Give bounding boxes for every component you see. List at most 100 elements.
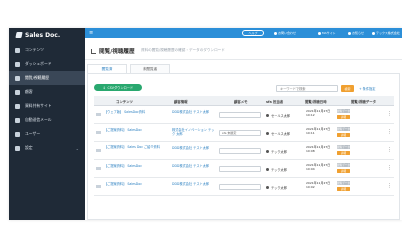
sidebar-item-label: 閲覧/視聴履歴 bbox=[25, 75, 50, 80]
content-link[interactable]: 【ウェブ版】 SalesDoc資料 bbox=[104, 110, 166, 114]
viewed-time: 10:11 bbox=[306, 131, 315, 135]
memo-input[interactable] bbox=[219, 112, 261, 118]
view-data-badge[interactable]: 閲覧データ bbox=[337, 163, 350, 167]
customer-link[interactable]: DDD株式会社 テスト太郎 bbox=[172, 110, 216, 114]
app-window: Sales Doc. コンテンツ ダッシュボード 閲覧/視聴履歴 顧客 資料共有… bbox=[9, 28, 402, 220]
table-row[interactable]: 【ウェブ版】 SalesDoc資料 DDD株式会社 テスト太郎 セールス太郎 2… bbox=[94, 106, 394, 124]
sidebar-item-settings[interactable]: 設定 ⌄ bbox=[9, 141, 85, 155]
content-link[interactable]: 【ご提案資料】 SalesDoc bbox=[104, 182, 166, 186]
gear-icon bbox=[15, 145, 20, 151]
content-link[interactable]: 【ご提案資料】 SalesDoc bbox=[104, 128, 166, 132]
more-options-icon[interactable]: ⋮ bbox=[387, 129, 392, 135]
view-data-badge[interactable]: 閲覧データ bbox=[337, 181, 350, 185]
owner-name: テック太郎 bbox=[271, 168, 287, 172]
customer-link[interactable]: DDD株式会社 テスト太郎 bbox=[172, 146, 216, 150]
sidebar-item-label: 顧客 bbox=[25, 89, 33, 94]
customer-link[interactable]: DDD株式会社 テスト太郎 bbox=[172, 164, 216, 168]
sidebar-item-label: ダッシュボード bbox=[25, 61, 52, 66]
owner-name: テック太郎 bbox=[271, 150, 287, 154]
account-menu[interactable]: テックス株式会社 bbox=[372, 30, 400, 36]
sidebar-item-dashboard[interactable]: ダッシュボード bbox=[9, 57, 85, 71]
user-icon bbox=[372, 31, 375, 35]
brand-name: Sales Doc. bbox=[25, 31, 61, 39]
customer-link[interactable]: DDD株式会社 テスト太郎 bbox=[172, 182, 216, 186]
content-link[interactable]: 【ご提案資料】 SalesDoc bbox=[104, 164, 166, 168]
memo-input[interactable] bbox=[219, 166, 261, 172]
menu-icon[interactable]: ≡ bbox=[89, 30, 93, 36]
table-row[interactable]: 【ご提案資料】 SalesDoc 株式会社イノベーション テック 太郎 sfa … bbox=[94, 124, 394, 142]
tab-viewed[interactable]: 閲覧済 bbox=[87, 64, 127, 73]
sidebar-item-label: 資料共有サイト bbox=[25, 103, 52, 108]
filter-conditions-link[interactable]: + 条件指定 bbox=[359, 86, 375, 91]
account-label: テックス株式会社 bbox=[376, 31, 400, 35]
table-row[interactable]: 【ご提案資料】 Sales Doc ご紹介資料 DDD株式会社 テスト太郎 テッ… bbox=[94, 142, 394, 160]
customer-link[interactable]: 株式会社イノベーション テック 太郎 bbox=[172, 128, 216, 136]
sidebar-item-label: 自動送信メール bbox=[25, 117, 52, 122]
viewed-datetime: 2021年11月27日 10:08 bbox=[306, 145, 330, 153]
content-thumbnail bbox=[96, 149, 101, 152]
column-header[interactable]: sfa 担当者 bbox=[266, 96, 283, 106]
viewed-time: 10:04 bbox=[306, 167, 315, 171]
tab-not-viewed[interactable]: 未閲覧者 bbox=[130, 64, 170, 73]
detail-badge[interactable]: 詳細 bbox=[337, 115, 350, 119]
person-icon bbox=[266, 132, 269, 135]
content-thumbnail bbox=[96, 185, 101, 188]
sidebar-item-users[interactable]: ユーザー bbox=[9, 127, 85, 141]
help-button[interactable]: ヘルプ bbox=[242, 30, 264, 36]
column-header[interactable]: 閲覧/視聴データ bbox=[351, 96, 376, 106]
content-thumbnail bbox=[96, 113, 101, 116]
detail-badge[interactable]: 詳細 bbox=[337, 187, 350, 191]
view-data-badge[interactable]: 閲覧データ bbox=[337, 109, 350, 113]
document-icon bbox=[15, 47, 20, 53]
table-row[interactable]: 【ご提案資料】 SalesDoc DDD株式会社 テスト太郎 テック太郎 202… bbox=[94, 160, 394, 178]
search-button[interactable]: 検索 bbox=[341, 85, 354, 92]
users-icon bbox=[15, 131, 20, 137]
table-row[interactable]: 【ご提案資料】 SalesDoc DDD株式会社 テスト太郎 テック太郎 202… bbox=[94, 178, 394, 196]
viewed-time: 10:02 bbox=[306, 185, 315, 189]
csv-download-button[interactable]: ⇩ CSVダウンロード bbox=[94, 84, 142, 91]
content-link[interactable]: 【ご提案資料】 Sales Doc ご紹介資料 bbox=[104, 145, 166, 149]
more-options-icon[interactable]: ⋮ bbox=[387, 165, 392, 171]
view-data-badge[interactable]: 閲覧データ bbox=[337, 145, 350, 149]
sales-owner: テック太郎 bbox=[266, 185, 287, 190]
brand-logo[interactable]: Sales Doc. bbox=[9, 28, 85, 42]
detail-badge[interactable]: 詳細 bbox=[337, 151, 350, 155]
notifications-link[interactable]: お知らせ bbox=[348, 30, 364, 36]
more-options-icon[interactable]: ⋮ bbox=[387, 147, 392, 153]
view-data-badge[interactable]: 閲覧データ bbox=[337, 127, 350, 131]
person-icon bbox=[266, 168, 269, 171]
detail-badge[interactable]: 詳細 bbox=[337, 169, 350, 173]
detail-badge[interactable]: 詳細 bbox=[337, 133, 350, 137]
viewed-datetime: 2021年11月27日 10:11 bbox=[306, 127, 330, 135]
more-options-icon[interactable]: ⋮ bbox=[387, 183, 392, 189]
column-header[interactable]: コンテンツ bbox=[116, 96, 133, 106]
mail-icon bbox=[274, 31, 277, 35]
column-header[interactable]: 顧客メモ bbox=[234, 96, 248, 106]
sidebar-item-customers[interactable]: 顧客 bbox=[9, 85, 85, 99]
sidebar-item-label: ユーザー bbox=[25, 131, 41, 136]
sidebar-item-contents[interactable]: コンテンツ bbox=[9, 43, 85, 57]
content-thumbnail bbox=[96, 131, 101, 134]
chart-icon bbox=[15, 75, 20, 81]
viewed-time: 10:08 bbox=[306, 149, 315, 153]
memo-input[interactable] bbox=[219, 184, 261, 190]
memo-input[interactable] bbox=[219, 148, 261, 154]
column-header[interactable]: 閲覧/視聴日時 bbox=[305, 96, 327, 106]
sidebar-item-auto-mail[interactable]: 自動送信メール bbox=[9, 113, 85, 127]
bar-chart-icon bbox=[91, 48, 96, 54]
owner-name: セールス太郎 bbox=[271, 114, 291, 118]
more-options-icon[interactable]: ⋮ bbox=[387, 111, 392, 117]
column-header[interactable]: 顧客情報 bbox=[174, 96, 188, 106]
viewed-datetime: 2021年11月27日 10:12 bbox=[306, 109, 330, 117]
contact-link[interactable]: お問い合わせ bbox=[274, 30, 296, 36]
sidebar-item-share-site[interactable]: 資料共有サイト bbox=[9, 99, 85, 113]
tab-bar: 閲覧済 未閲覧者 bbox=[87, 64, 173, 73]
search-input[interactable] bbox=[276, 85, 338, 92]
sidebar-item-history[interactable]: 閲覧/視聴履歴 bbox=[9, 71, 85, 85]
customer-icon bbox=[15, 89, 20, 95]
sidebar-item-label: コンテンツ bbox=[25, 47, 44, 52]
sales-owner: テック太郎 bbox=[266, 149, 287, 154]
memo-input[interactable]: sfa 未確定 bbox=[219, 130, 261, 136]
csv-download-label: CSVダウンロード bbox=[107, 86, 134, 90]
ma-site-link[interactable]: MAサイト bbox=[318, 30, 336, 36]
